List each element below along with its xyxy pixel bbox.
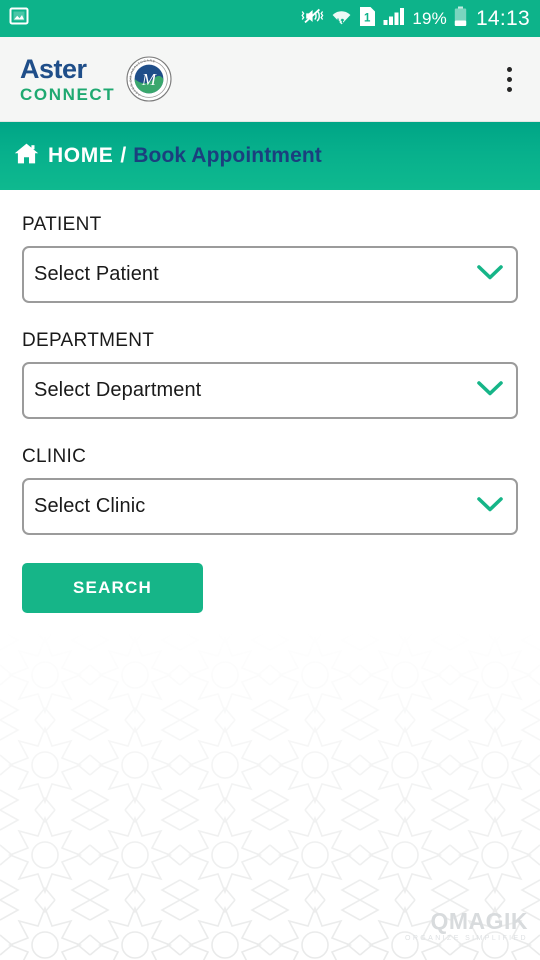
book-appointment-form: PATIENT Select Patient DEPARTMENT Select… [0,190,540,613]
watermark-tagline: ORGANIZE SIMPLIFIED [405,935,528,942]
field-patient: PATIENT Select Patient [22,214,518,303]
clinic-select[interactable]: Select Clinic [22,478,518,535]
svg-text:M: M [141,70,157,89]
overflow-dot [506,66,512,72]
department-label: DEPARTMENT [22,330,155,351]
field-clinic: CLINIC Select Clinic [22,446,518,535]
clinic-label: CLINIC [22,446,87,467]
chevron-down-icon[interactable] [476,495,504,518]
vibrate-mute-icon [301,6,324,31]
breadcrumb-separator: / [120,144,127,167]
status-bar-right: 1 19% 14:13 [301,6,530,32]
sim-card-1-icon: 1 [359,6,376,32]
app-screen: 1 19% 14:13 Aster CONNECT M ASTER DM HEA… [0,0,540,960]
signal-bars-icon [383,6,405,31]
status-bar-left [9,6,29,31]
breadcrumb-item-current: Book Appointment [133,144,322,167]
brand-wordmark: Aster CONNECT [20,53,116,104]
search-button[interactable]: SEARCH [22,563,203,613]
status-bar: 1 19% 14:13 [0,0,540,37]
brand-secondary-label: CONNECT [20,84,116,104]
chevron-down-icon[interactable] [476,379,504,402]
chevron-down-icon[interactable] [476,263,504,286]
aster-dm-healthcare-seal-icon: M ASTER DM HEALTHCARE [126,56,172,102]
qmagik-watermark: QMAGIK ORGANIZE SIMPLIFIED [405,908,528,943]
islamic-star-pattern [0,630,540,960]
overflow-menu-icon[interactable] [492,57,526,101]
clinic-select-value: Select Clinic [34,495,146,517]
battery-percent-label: 19% [412,9,447,28]
page-body: QMAGIK ORGANIZE SIMPLIFIED PATIENT Selec… [0,190,540,960]
patient-select-value: Select Patient [34,263,159,285]
clock-label: 14:13 [475,7,530,30]
wifi-transfer-icon [331,6,352,31]
svg-text:1: 1 [364,12,371,24]
screenshot-image-icon [9,6,29,31]
app-header: Aster CONNECT M ASTER DM HEALTHCARE [0,37,540,122]
breadcrumb-item-home[interactable]: HOME [48,144,113,168]
brand-primary-label: Aster [20,53,87,84]
overflow-dot [506,76,512,82]
patient-label: PATIENT [22,214,102,235]
home-icon[interactable] [14,142,39,170]
overflow-dot [506,86,512,92]
brand-logo[interactable]: Aster CONNECT M ASTER DM HEALTHCARE [20,53,172,104]
field-department: DEPARTMENT Select Department [22,330,518,419]
department-select-value: Select Department [34,379,202,401]
department-select[interactable]: Select Department [22,362,518,419]
patient-select[interactable]: Select Patient [22,246,518,303]
battery-low-icon [454,6,467,32]
watermark-label: QMAGIK [430,908,528,934]
breadcrumb: HOME / Book Appointment [0,122,540,190]
